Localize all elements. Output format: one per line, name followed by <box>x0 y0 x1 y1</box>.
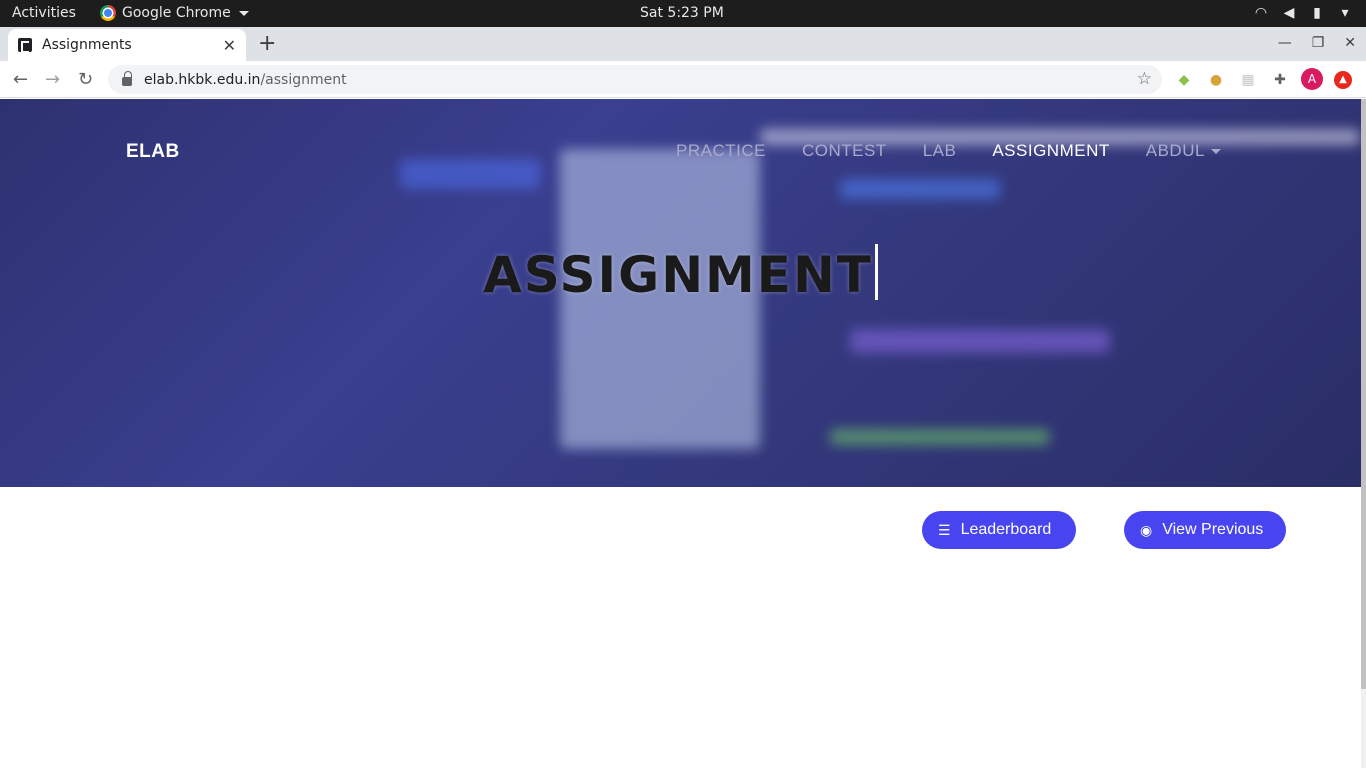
browser-tab[interactable]: Assignments ✕ <box>8 29 246 61</box>
background-blur-shape <box>850 329 1110 353</box>
extension-upload-icon[interactable]: ▲ <box>1334 71 1352 89</box>
wifi-icon: ◠ <box>1254 5 1268 21</box>
bookmark-star-icon[interactable]: ☆ <box>1137 69 1152 89</box>
nav-user-dropdown[interactable]: ABDUL <box>1146 141 1221 161</box>
minimize-icon[interactable]: — <box>1278 35 1292 51</box>
chrome-icon <box>100 5 116 21</box>
nav-assignment[interactable]: ASSIGNMENT <box>992 141 1109 161</box>
close-tab-icon[interactable]: ✕ <box>223 36 236 55</box>
chevron-down-icon: ▾ <box>1341 5 1349 21</box>
page-scrollbar[interactable] <box>1361 99 1366 768</box>
lock-icon[interactable] <box>122 71 132 86</box>
tab-title: Assignments <box>42 37 132 53</box>
page-title: ASSIGNMENT <box>0 244 1361 304</box>
scrollbar-thumb[interactable] <box>1361 99 1366 689</box>
extensions-puzzle-icon[interactable]: ✚ <box>1270 70 1290 90</box>
extension-cookie-icon[interactable]: ● <box>1206 70 1226 90</box>
browser-toolbar: ← → ↻ elab.hkbk.edu.in/assignment ☆ ◆ ● … <box>0 61 1366 98</box>
extension-gem-icon[interactable]: ◆ <box>1174 70 1194 90</box>
background-blur-shape <box>830 429 1050 445</box>
nav-contest[interactable]: CONTEST <box>802 141 887 161</box>
view-previous-label: View Previous <box>1162 521 1264 538</box>
app-name: Google Chrome <box>122 5 231 21</box>
nav-links: PRACTICE CONTEST LAB ASSIGNMENT ABDUL <box>676 141 1221 161</box>
site-brand[interactable]: ELAB <box>126 141 180 163</box>
reload-icon[interactable]: ↻ <box>78 69 93 90</box>
app-menu[interactable]: Google Chrome <box>100 5 249 21</box>
clock[interactable]: Sat 5:23 PM <box>640 5 724 21</box>
hero-banner: ELAB PRACTICE CONTEST LAB ASSIGNMENT ABD… <box>0 99 1361 487</box>
maximize-icon[interactable]: ❐ <box>1312 35 1325 51</box>
background-blur-shape <box>840 179 1000 199</box>
window-controls: — ❐ ✕ <box>1278 35 1356 51</box>
url-path: /assignment <box>260 71 347 88</box>
tab-strip: Assignments ✕ + — ❐ ✕ <box>0 27 1366 61</box>
url-host: elab.hkbk.edu.in <box>144 71 261 88</box>
background-blur-shape <box>400 159 540 189</box>
nav-lab[interactable]: LAB <box>923 141 957 161</box>
battery-icon: ▮ <box>1313 5 1321 21</box>
extension-grid-icon[interactable]: ▦ <box>1238 70 1258 90</box>
page-title-text: ASSIGNMENT <box>483 246 873 304</box>
new-tab-button[interactable]: + <box>258 31 276 56</box>
os-top-bar: Activities Google Chrome Sat 5:23 PM ◠ ◀… <box>0 0 1366 27</box>
nav-practice[interactable]: PRACTICE <box>676 141 766 161</box>
activities-button[interactable]: Activities <box>12 5 76 21</box>
leaderboard-label: Leaderboard <box>960 521 1052 538</box>
eye-icon: ◉ <box>1140 521 1153 538</box>
close-window-icon[interactable]: ✕ <box>1344 35 1356 51</box>
volume-icon: ◀ <box>1283 5 1295 21</box>
profile-avatar[interactable]: A <box>1301 68 1323 90</box>
typing-cursor <box>874 244 878 300</box>
view-previous-button[interactable]: ◉ View Previous <box>1124 511 1286 549</box>
address-bar[interactable]: elab.hkbk.edu.in/assignment ☆ <box>108 65 1162 94</box>
chevron-down-icon <box>238 10 249 16</box>
leaderboard-button[interactable]: ☰ Leaderboard <box>922 511 1076 549</box>
list-icon: ☰ <box>938 521 951 538</box>
back-icon[interactable]: ← <box>13 69 28 90</box>
site-favicon-icon <box>18 38 32 53</box>
forward-icon[interactable]: → <box>45 69 60 90</box>
system-tray[interactable]: ◠ ◀ ▮ ▾ <box>1252 4 1354 22</box>
